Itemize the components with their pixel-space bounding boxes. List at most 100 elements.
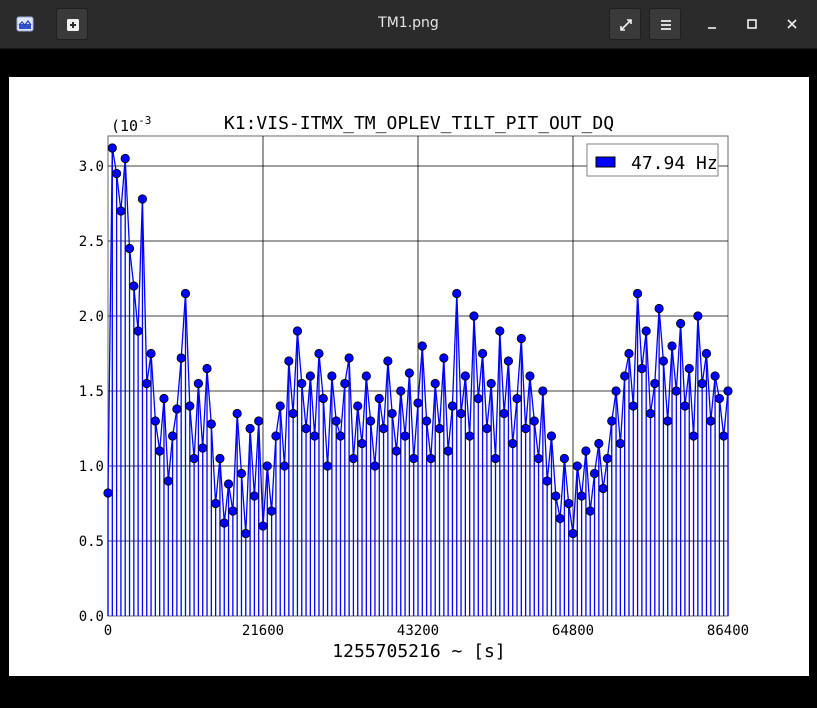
data-point [538, 386, 548, 396]
data-point [193, 378, 204, 389]
maximize-button[interactable] [742, 14, 762, 34]
data-point [577, 491, 587, 501]
data-point [632, 288, 643, 299]
data-point [180, 288, 191, 299]
data-point [370, 461, 380, 471]
data-point [185, 401, 195, 411]
data-point [667, 341, 677, 351]
data-point [714, 393, 724, 404]
data-point [353, 401, 363, 411]
data-point [254, 416, 264, 426]
data-point [167, 431, 178, 441]
y-tick-label: 0.5 [79, 534, 104, 550]
data-point [348, 453, 359, 464]
data-point [357, 438, 367, 449]
data-point [697, 378, 707, 389]
data-point [331, 416, 341, 426]
data-point [366, 416, 376, 426]
data-point [211, 498, 221, 509]
data-point [305, 371, 315, 381]
data-point [529, 416, 539, 426]
data-point [236, 468, 247, 479]
data-point [124, 243, 135, 254]
data-point [133, 326, 143, 336]
data-point [409, 453, 419, 464]
data-point [387, 408, 397, 419]
data-point [663, 416, 673, 426]
data-point [676, 318, 686, 329]
data-point [551, 491, 561, 501]
data-point [249, 491, 259, 501]
window-title: TM1.png [378, 15, 439, 31]
data-point [693, 311, 703, 321]
data-point [684, 363, 694, 374]
data-point [654, 303, 664, 314]
data-point [189, 453, 199, 464]
data-point [645, 408, 656, 419]
expand-arrows-icon [620, 19, 632, 31]
close-button[interactable] [782, 14, 802, 34]
data-point [288, 408, 298, 419]
legend-swatch [595, 156, 616, 168]
data-point [499, 408, 509, 419]
window-titlebar: TM1.png [0, 0, 817, 49]
data-point [447, 401, 458, 411]
data-point [206, 419, 216, 429]
data-point [525, 371, 535, 381]
minimize-button[interactable] [702, 14, 722, 34]
data-point [508, 438, 518, 449]
data-point [533, 453, 544, 464]
data-point [258, 521, 268, 531]
data-point [434, 423, 445, 434]
data-point [327, 371, 337, 381]
data-point [477, 348, 488, 359]
x-tick-label: 0 [104, 623, 112, 639]
data-point [602, 453, 613, 464]
y-tick-label: 2.5 [79, 234, 104, 250]
data-point [559, 453, 569, 464]
data-point [589, 468, 600, 479]
x-tick-label: 86400 [707, 623, 749, 639]
data-point [512, 393, 522, 404]
data-point [241, 528, 251, 539]
data-point [228, 506, 238, 516]
data-point [322, 461, 333, 471]
data-point [495, 326, 505, 336]
data-point [594, 438, 604, 449]
data-point [262, 461, 272, 471]
data-point [628, 401, 638, 411]
data-point [620, 371, 630, 381]
data-point [641, 326, 651, 336]
hamburger-menu-icon [661, 20, 671, 30]
data-point [456, 408, 466, 419]
data-point [223, 479, 234, 489]
data-point [215, 453, 225, 464]
data-point [568, 528, 578, 539]
data-point [658, 356, 669, 366]
y-tick-label: 3.0 [79, 159, 104, 175]
data-point [719, 431, 729, 441]
data-point [581, 446, 591, 456]
data-point [335, 431, 346, 441]
data-point [503, 356, 514, 366]
data-point [172, 404, 182, 414]
data-point [469, 311, 479, 321]
data-point [297, 378, 307, 389]
main-menu-button[interactable] [649, 8, 681, 40]
x-tick-label: 43200 [397, 623, 439, 639]
data-point [146, 348, 156, 359]
data-point [671, 386, 681, 396]
close-icon [787, 19, 797, 29]
data-point [680, 401, 690, 411]
data-point [516, 333, 526, 344]
data-point [103, 488, 113, 498]
data-point [176, 353, 186, 363]
data-point [198, 443, 208, 453]
data-point [155, 446, 165, 456]
data-point [301, 423, 311, 434]
data-point [340, 378, 350, 389]
data-point [292, 326, 303, 336]
data-point [150, 416, 160, 426]
data-point [129, 281, 139, 291]
fullscreen-button[interactable] [609, 8, 641, 40]
